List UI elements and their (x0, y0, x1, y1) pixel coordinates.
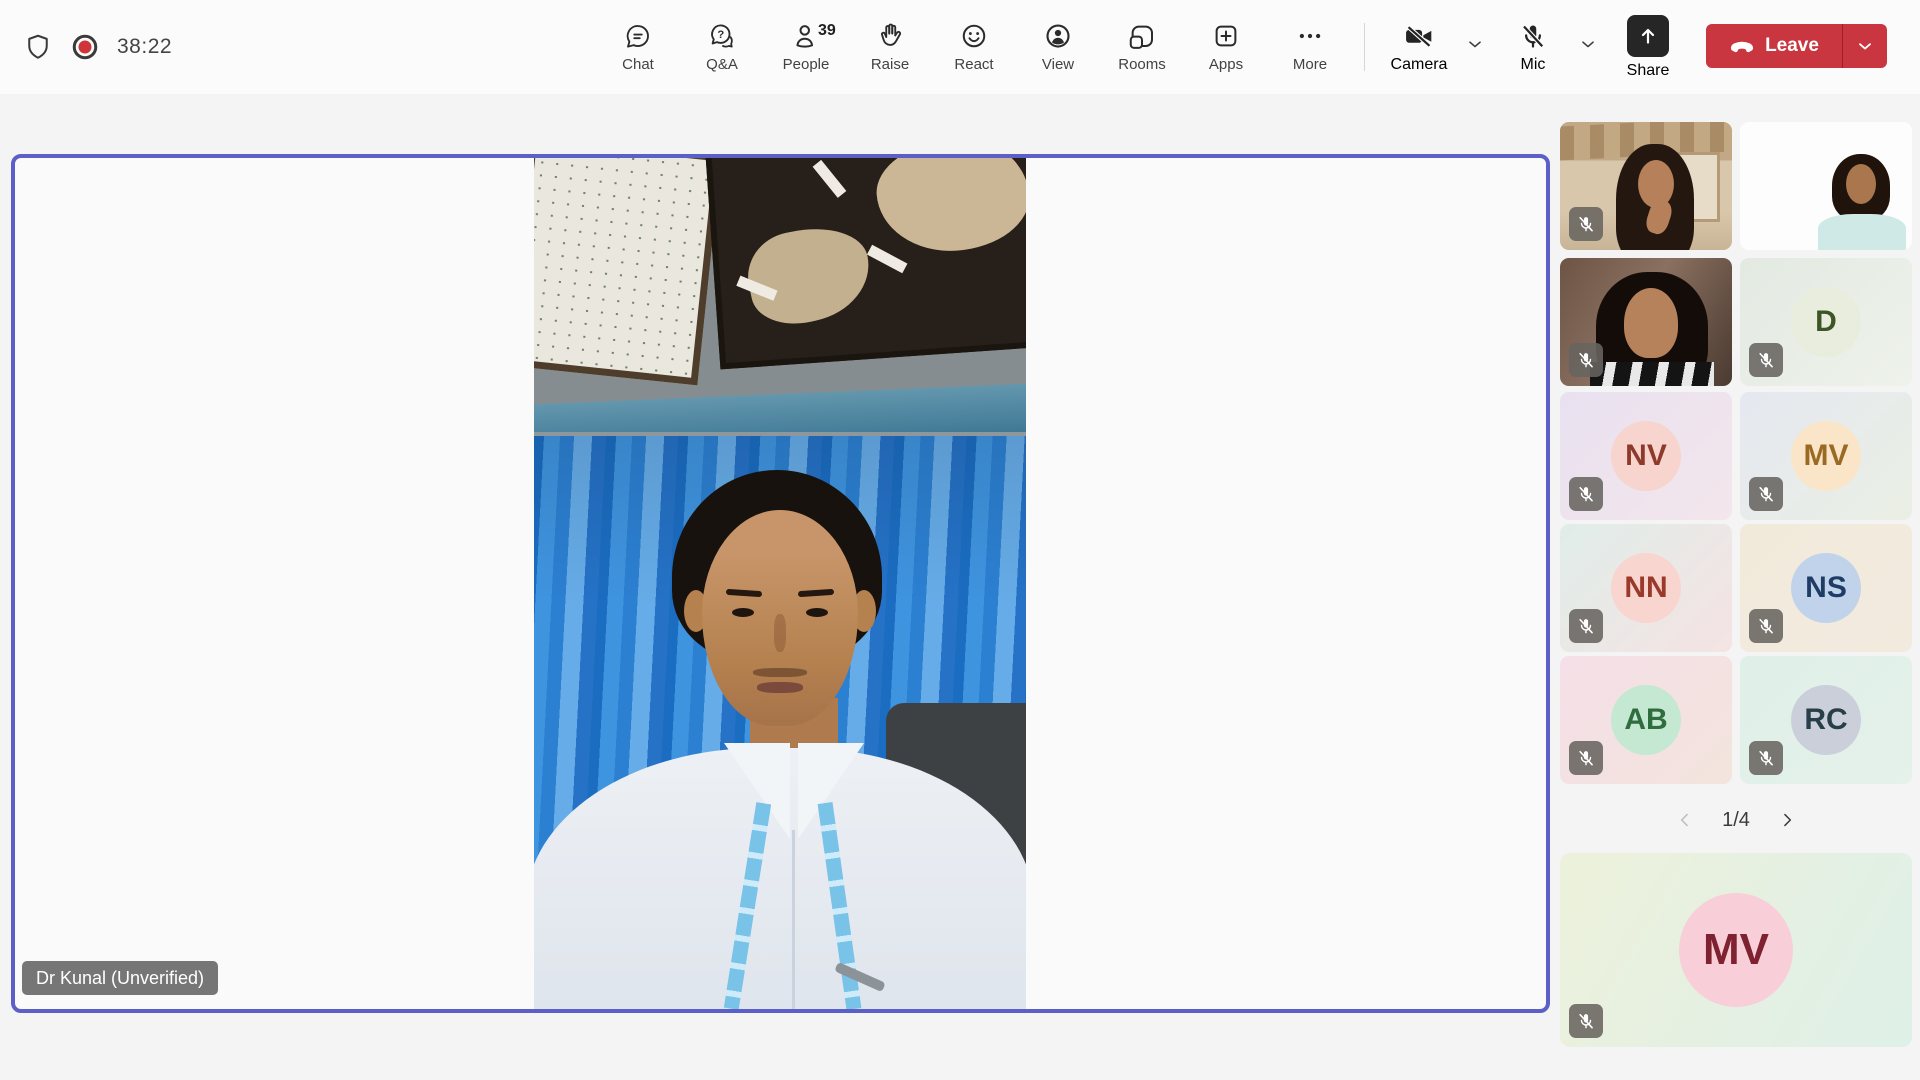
view-label: View (1042, 56, 1074, 73)
avatar: MV (1791, 421, 1861, 491)
share-icon (1627, 15, 1669, 57)
mic-muted-badge (1749, 343, 1783, 377)
hangup-phone-icon (1729, 39, 1755, 53)
qna-icon: ? (707, 21, 737, 51)
leave-label: Leave (1765, 35, 1819, 57)
toolbar-divider (1364, 23, 1365, 71)
leave-main-action[interactable]: Leave (1706, 24, 1842, 68)
participant-avatar-tile-ns[interactable]: NS (1740, 524, 1912, 652)
share-label: Share (1627, 62, 1670, 80)
avatar: D (1791, 287, 1861, 357)
avatar: NN (1611, 553, 1681, 623)
speaker-name-text: Dr Kunal (Unverified) (36, 968, 204, 989)
more-button[interactable]: More (1268, 0, 1352, 94)
participant-spotlight-tile-mv[interactable]: MV (1560, 853, 1912, 1047)
main-video-tile[interactable]: Dr Kunal (Unverified) (11, 154, 1550, 1013)
mic-muted-badge (1569, 207, 1603, 241)
qna-label: Q&A (706, 56, 738, 73)
avatar: RC (1791, 685, 1861, 755)
mic-muted-badge (1569, 1004, 1603, 1038)
mic-muted-badge (1749, 477, 1783, 511)
avatar: MV (1679, 893, 1793, 1007)
participant-video-tile-3[interactable] (1560, 258, 1732, 386)
camera-options-chevron[interactable] (1461, 30, 1489, 58)
mic-muted-badge (1569, 343, 1603, 377)
people-icon (791, 21, 821, 51)
pagination-page-indicator: 1/4 (1722, 809, 1750, 832)
avatar: NS (1791, 553, 1861, 623)
chat-button[interactable]: Chat (596, 0, 680, 94)
camera-label: Camera (1391, 56, 1448, 74)
wall-map-right (704, 158, 1026, 369)
toolbar-actions: Chat ? Q&A 39 People Raise React (596, 0, 1352, 94)
people-count-badge: 39 (818, 22, 836, 40)
react-button[interactable]: React (932, 0, 1016, 94)
view-icon (1043, 21, 1073, 51)
wall-map-left (534, 158, 722, 385)
people-label: People (783, 56, 830, 73)
people-button[interactable]: 39 People (764, 0, 848, 94)
meeting-toolbar: 38:22 Chat ? Q&A 39 People Raise (0, 0, 1920, 94)
more-label: More (1293, 56, 1327, 73)
avatar: NV (1611, 421, 1681, 491)
view-button[interactable]: View (1016, 0, 1100, 94)
pagination-prev-chevron[interactable] (1672, 807, 1698, 833)
raise-hand-icon (875, 21, 905, 51)
raise-label: Raise (871, 56, 909, 73)
react-label: React (954, 56, 993, 73)
react-smiley-icon (959, 21, 989, 51)
share-button[interactable]: Share (1620, 0, 1676, 94)
rooms-label: Rooms (1118, 56, 1166, 73)
chat-label: Chat (622, 56, 654, 73)
rooms-icon (1127, 21, 1157, 51)
apps-icon (1211, 21, 1241, 51)
mic-muted-badge (1569, 741, 1603, 775)
apps-button[interactable]: Apps (1184, 0, 1268, 94)
speaker-name-label: Dr Kunal (Unverified) (22, 961, 218, 995)
speaker-face (702, 510, 858, 726)
meeting-timer: 38:22 (117, 35, 172, 59)
recording-indicator-icon (70, 32, 100, 62)
participant-avatar-tile-rc[interactable]: RC (1740, 656, 1912, 784)
pagination-next-chevron[interactable] (1774, 807, 1800, 833)
roster-pagination: 1/4 (1560, 800, 1912, 840)
shield-icon (23, 31, 53, 63)
qna-button[interactable]: ? Q&A (680, 0, 764, 94)
mic-muted-badge (1749, 609, 1783, 643)
svg-text:?: ? (717, 29, 724, 41)
rooms-button[interactable]: Rooms (1100, 0, 1184, 94)
avatar: AB (1611, 685, 1681, 755)
meeting-status-group: 38:22 (23, 0, 172, 94)
mic-muted-badge (1569, 477, 1603, 511)
camera-button[interactable]: Camera (1388, 0, 1450, 94)
mic-muted-badge (1569, 609, 1603, 643)
chat-icon (623, 21, 653, 51)
leave-options-chevron[interactable] (1843, 24, 1887, 68)
participant-avatar-tile-ab[interactable]: AB (1560, 656, 1732, 784)
main-speaker-video (534, 158, 1026, 1009)
mic-button[interactable]: Mic (1508, 0, 1558, 94)
participant-video-tile-2[interactable] (1740, 122, 1912, 250)
camera-off-icon (1403, 21, 1435, 51)
more-ellipsis-icon (1295, 21, 1325, 51)
participant-video-tile-1[interactable] (1560, 122, 1732, 250)
raise-hand-button[interactable]: Raise (848, 0, 932, 94)
leave-button[interactable]: Leave (1706, 24, 1887, 68)
mic-muted-badge (1749, 741, 1783, 775)
mic-off-icon (1518, 21, 1548, 51)
participant-avatar-tile-mv[interactable]: MV (1740, 392, 1912, 520)
apps-label: Apps (1209, 56, 1243, 73)
mic-label: Mic (1521, 56, 1546, 74)
mic-options-chevron[interactable] (1574, 30, 1602, 58)
participant-avatar-tile-d[interactable]: D (1740, 258, 1912, 386)
participant-avatar-tile-nn[interactable]: NN (1560, 524, 1732, 652)
participant-avatar-tile-nv[interactable]: NV (1560, 392, 1732, 520)
